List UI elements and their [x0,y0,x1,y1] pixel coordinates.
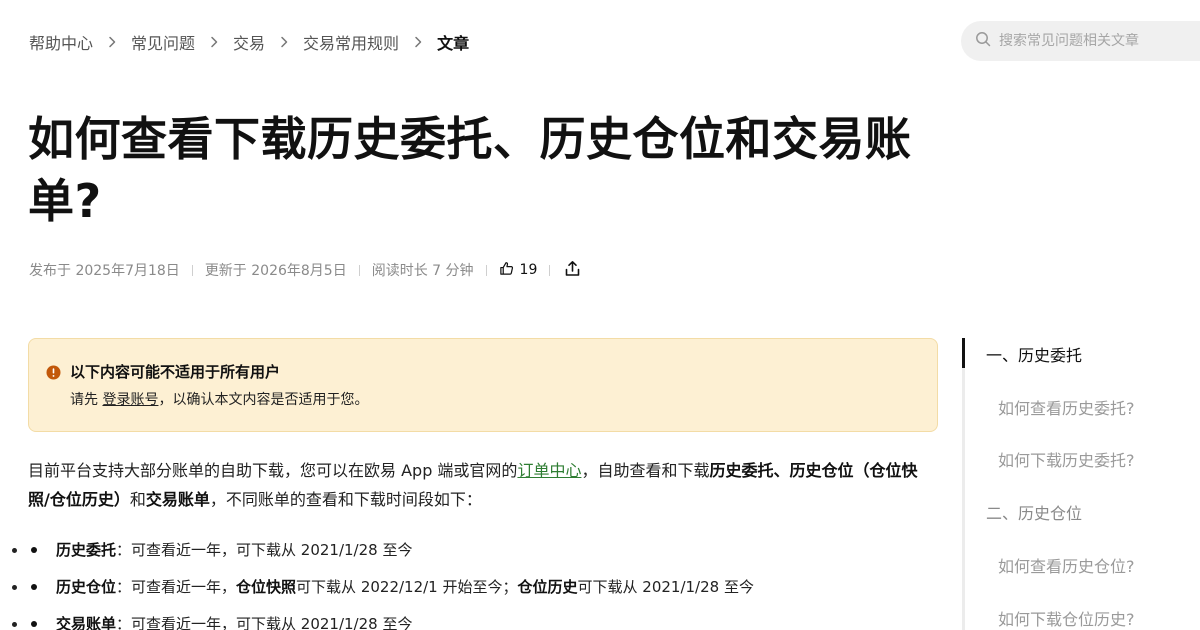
chevron-right-icon [209,36,219,48]
search-input[interactable] [999,33,1199,49]
breadcrumb-item-faq[interactable]: 常见问题 [131,30,195,54]
breadcrumb: 帮助中心 常见问题 交易 交易常用规则 文章 [29,30,469,54]
like-button[interactable]: 19 [499,261,538,280]
intro-text: ，不同账单的查看和下载时间段如下： [209,490,482,509]
list-item-text: 可下载从 2022/12/1 开始至今； [296,578,518,596]
intro-text: 和 [129,490,146,509]
meta-divider [191,264,193,276]
toc-rail [962,338,965,630]
read-time: 阅读时长 7 分钟 [371,263,474,279]
notice-suffix: ，以确认本文内容是否适用于您。 [158,392,369,408]
warning-icon [46,365,61,380]
list-item-text: ：可查看近一年，可下载从 2021/1/28 至今 [116,541,413,559]
intro-text: 目前平台支持大部分账单的自助下载，您可以在欧易 App 端或官网的 [28,461,518,480]
list-item-bold: 仓位快照 [236,578,297,596]
chevron-right-icon [413,36,423,48]
meta-divider [549,264,551,276]
list-item-label: 历史委托 [56,541,117,559]
notice-prefix: 请先 [70,392,103,408]
thumbs-up-icon [499,261,520,280]
login-link[interactable]: 登录账号 [102,392,158,408]
toc-item-download-position-history[interactable]: 如何下载仓位历史? [998,606,1135,630]
meta-divider [485,264,487,276]
intro-text: ，自助查看和下载 [581,461,710,480]
toc-item-download-history-orders[interactable]: 如何下载历史委托? [998,447,1135,471]
toc-item-history-orders[interactable]: 一、历史委托 [986,342,1082,366]
breadcrumb-item-help-center[interactable]: 帮助中心 [29,30,93,54]
like-count: 19 [519,262,538,278]
page-title: 如何查看下载历史委托、历史仓位和交易账单? [28,112,912,228]
notice-body: 请先 登录账号，以确认本文内容是否适用于您。 [70,389,368,409]
help-article-page: 帮助中心 常见问题 交易 交易常用规则 文章 如何查看下载历史委托、历史仓位和交… [0,0,1200,630]
bill-period-list: 历史委托：可查看近一年，可下载从 2021/1/28 至今 历史仓位：可查看近一… [28,537,938,630]
order-center-link[interactable]: 订单中心 [517,461,581,480]
list-item: 交易账单：可查看近一年，可下载从 2021/1/28 至今 [28,611,938,630]
article-meta: 发布于 2025年7月18日 更新于 2026年8月5日 阅读时长 7 分钟 1… [29,259,581,281]
toc-item-view-history-orders[interactable]: 如何查看历史委托? [998,395,1135,419]
update-date: 更新于 2026年8月5日 [204,263,347,279]
breadcrumb-item-trading[interactable]: 交易 [233,30,265,54]
list-item-text: ：可查看近一年，可下载从 2021/1/28 至今 [116,615,413,630]
list-item-label: 交易账单 [56,615,117,630]
list-item: 历史仓位：可查看近一年，仓位快照可下载从 2022/12/1 开始至今；仓位历史… [28,574,938,600]
intro-paragraph: 目前平台支持大部分账单的自助下载，您可以在欧易 App 端或官网的订单中心，自助… [28,456,938,514]
chevron-right-icon [279,36,289,48]
toc-active-indicator [962,338,965,368]
toc-item-view-history-positions[interactable]: 如何查看历史仓位? [998,553,1135,577]
chevron-right-icon [107,36,117,48]
list-item-text: 可下载从 2021/1/28 至今 [577,578,754,596]
share-button[interactable] [564,260,581,281]
notice-banner: 以下内容可能不适用于所有用户 请先 登录账号，以确认本文内容是否适用于您。 [28,338,938,432]
toc-item-history-positions[interactable]: 二、历史仓位 [986,500,1082,524]
list-item-bold: 仓位历史 [517,578,578,596]
publish-date: 发布于 2025年7月18日 [29,263,180,279]
share-icon [564,260,581,281]
search-box[interactable] [961,21,1200,61]
list-item: 历史委托：可查看近一年，可下载从 2021/1/28 至今 [28,537,938,563]
search-icon [975,31,991,51]
meta-divider [358,264,360,276]
list-item-label: 历史仓位 [56,578,117,596]
notice-title: 以下内容可能不适用于所有用户 [70,363,281,381]
list-item-text: ：可查看近一年， [116,578,237,596]
intro-bold: 交易账单 [145,490,210,509]
breadcrumb-item-trading-rules[interactable]: 交易常用规则 [303,30,399,54]
breadcrumb-current: 文章 [437,34,470,53]
